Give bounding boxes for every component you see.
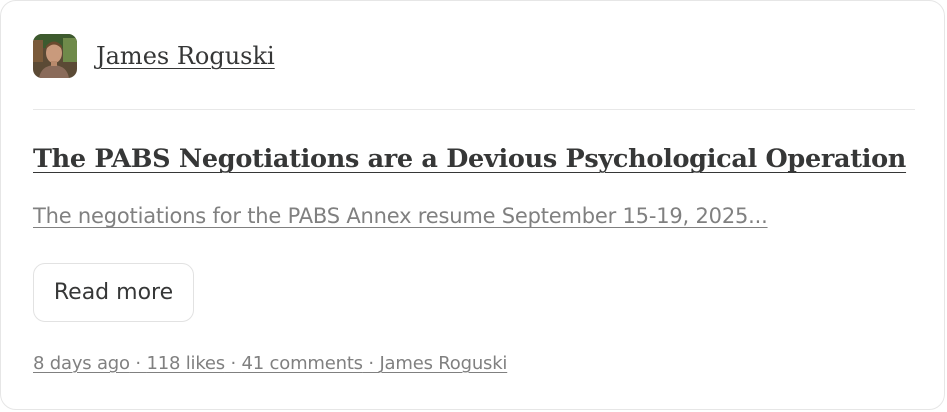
post-card: James Roguski The PABS Negotiations are … <box>0 0 945 410</box>
author-name-link[interactable]: James Roguski <box>96 42 275 70</box>
post-age-link[interactable]: 8 days ago <box>33 353 130 374</box>
comments-count-link[interactable]: 41 comments <box>242 353 364 374</box>
avatar-photo-icon <box>33 34 77 78</box>
meta-author-link[interactable]: James Roguski <box>379 353 507 374</box>
meta-separator: · <box>224 353 242 374</box>
read-more-button[interactable]: Read more <box>33 263 194 322</box>
author-avatar[interactable] <box>33 34 77 78</box>
post-subtitle-link[interactable]: The negotiations for the PABS Annex resu… <box>33 204 915 228</box>
meta-separator: · <box>129 353 147 374</box>
divider <box>33 109 915 110</box>
author-row: James Roguski <box>33 34 275 78</box>
meta-separator: · <box>362 353 380 374</box>
post-meta: 8 days ago · 118 likes · 41 comments · J… <box>33 353 507 374</box>
post-title-link[interactable]: The PABS Negotiations are a Devious Psyc… <box>33 144 915 174</box>
likes-count-link[interactable]: 118 likes <box>146 353 225 374</box>
